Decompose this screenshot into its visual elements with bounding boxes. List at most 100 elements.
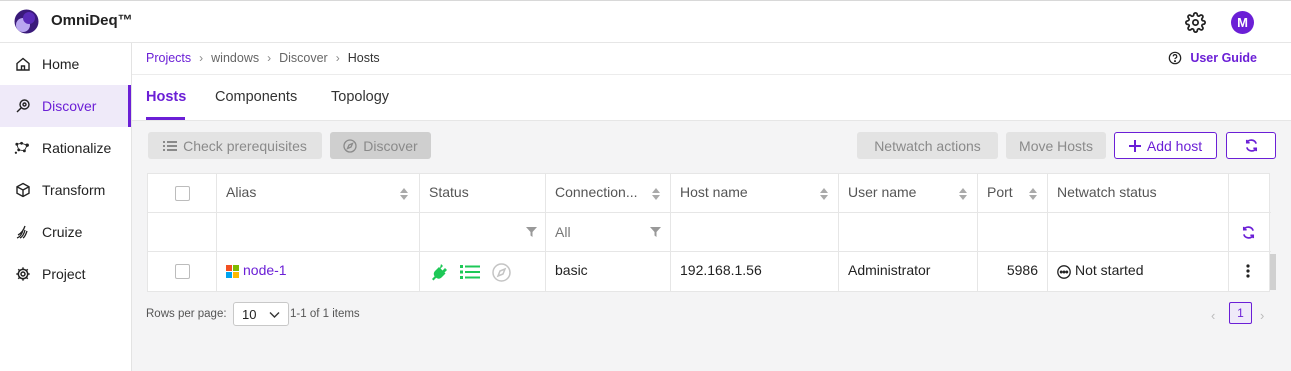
breadcrumb-discover[interactable]: Discover (279, 51, 328, 65)
cell-netwatch-status: Not started (1048, 252, 1229, 292)
check-prerequisites-button[interactable]: Check prerequisites (148, 132, 322, 159)
sidebar-item-home[interactable]: Home (0, 43, 131, 85)
refresh-button[interactable] (1226, 132, 1276, 159)
page-number-button[interactable]: 1 (1229, 302, 1252, 324)
filter-host-name[interactable] (671, 213, 839, 251)
help-circle-icon (1169, 51, 1182, 65)
cell-status (420, 252, 546, 292)
previous-page-icon[interactable]: ‹ (1211, 308, 1215, 323)
sort-icon[interactable] (959, 188, 967, 200)
filter-status[interactable] (420, 213, 546, 251)
cell-user-name: Administrator (839, 252, 978, 292)
filter-alias[interactable] (217, 213, 420, 251)
table-header-row: Alias Status Connection... Host name Use… (148, 174, 1271, 213)
sidebar-item-rationalize[interactable]: Rationalize (0, 127, 131, 169)
netwatch-actions-label: Netwatch actions (874, 137, 981, 154)
breadcrumb-windows[interactable]: windows (211, 51, 259, 65)
rows-per-page-value: 10 (242, 306, 257, 322)
checklist-icon[interactable] (460, 264, 480, 280)
active-tab-indicator (146, 117, 185, 120)
header-port[interactable]: Port (978, 174, 1048, 212)
connection-value: basic (555, 262, 588, 278)
chevron-right-icon: › (335, 51, 340, 65)
sidebar-item-label: Discover (42, 98, 97, 114)
header-port-label: Port (987, 184, 1013, 200)
row-select-cell (148, 252, 217, 292)
sidebar-item-label: Home (42, 56, 80, 72)
table-row[interactable]: node-1 basic 192.168.1.56 Administrator … (148, 252, 1271, 292)
sidebar-item-cruize[interactable]: Cruize (0, 211, 131, 253)
tab-hosts[interactable]: Hosts (146, 89, 186, 105)
host-name-value: 192.168.1.56 (680, 262, 762, 278)
cell-alias: node-1 (217, 252, 420, 292)
plug-connected-icon[interactable] (429, 262, 449, 282)
header-netwatch-status[interactable]: Netwatch status (1048, 174, 1229, 212)
sort-icon[interactable] (1029, 188, 1037, 200)
filter-user-name[interactable] (839, 213, 978, 251)
row-checkbox[interactable] (175, 264, 190, 279)
user-name-value: Administrator (848, 262, 931, 278)
header-alias-label: Alias (226, 184, 257, 200)
sort-icon[interactable] (820, 188, 828, 200)
cube-icon (14, 182, 31, 199)
filter-connection[interactable]: All (546, 213, 671, 251)
more-horizontal-circle-icon (1057, 265, 1071, 279)
items-summary: 1-1 of 1 items (290, 308, 360, 320)
netwatch-actions-button[interactable]: Netwatch actions (857, 132, 998, 159)
chevron-right-icon: › (199, 51, 204, 65)
header-connection-label: Connection... (555, 184, 638, 200)
host-alias-link[interactable]: node-1 (243, 262, 287, 278)
tab-topology[interactable]: Topology (331, 89, 389, 105)
hosts-table: Alias Status Connection... Host name Use… (147, 173, 1276, 292)
add-host-button[interactable]: Add host (1114, 132, 1217, 159)
breadcrumb-hosts: Hosts (347, 51, 380, 65)
header-alias[interactable]: Alias (217, 174, 420, 212)
breadcrumb: Projects › windows › Discover › Hosts (146, 51, 380, 65)
sidebar-item-label: Rationalize (42, 140, 112, 156)
header-status[interactable]: Status (420, 174, 546, 212)
tabs-bar: Hosts Components Topology (132, 75, 1291, 121)
sidebar: Home Discover Rationalize Transform Crui… (0, 43, 132, 371)
rows-per-page-label: Rows per page: (146, 308, 227, 320)
header-netwatch-status-label: Netwatch status (1057, 184, 1157, 200)
port-value: 5986 (1006, 262, 1038, 278)
table-scrollbar[interactable] (1270, 254, 1276, 290)
move-hosts-button[interactable]: Move Hosts (1006, 132, 1106, 159)
user-guide-link[interactable]: User Guide (1168, 51, 1257, 65)
sidebar-item-discover[interactable]: Discover (0, 85, 131, 127)
tab-components[interactable]: Components (215, 89, 297, 105)
breadcrumb-projects[interactable]: Projects (146, 51, 191, 65)
header-user-name-label: User name (848, 184, 917, 200)
refresh-icon[interactable] (1241, 225, 1256, 240)
filter-funnel-icon[interactable] (526, 227, 537, 237)
more-vertical-icon[interactable] (1246, 264, 1250, 278)
sidebar-item-transform[interactable]: Transform (0, 169, 131, 211)
header-connection[interactable]: Connection... (546, 174, 671, 212)
user-avatar[interactable]: M (1231, 11, 1254, 34)
rows-per-page-select[interactable]: 10 (233, 302, 289, 326)
omnideq-logo-icon[interactable] (14, 9, 39, 34)
sort-icon[interactable] (400, 188, 408, 200)
sidebar-item-project[interactable]: Project (0, 253, 131, 295)
next-page-icon[interactable]: › (1260, 308, 1264, 323)
windows-logo-icon (226, 265, 239, 278)
main-content: Projects › windows › Discover › Hosts Us… (132, 43, 1291, 371)
header-actions-cell (1229, 174, 1270, 212)
sidebar-item-label: Transform (42, 182, 106, 198)
header-host-name[interactable]: Host name (671, 174, 839, 212)
filter-empty-cell (148, 213, 217, 251)
sidebar-item-label: Project (42, 266, 86, 282)
discover-button[interactable]: Discover (330, 132, 431, 159)
filter-netwatch-status[interactable] (1048, 213, 1229, 251)
cell-host-name: 192.168.1.56 (671, 252, 839, 292)
discover-icon (14, 98, 31, 115)
filter-port[interactable] (978, 213, 1048, 251)
select-all-checkbox[interactable] (175, 186, 190, 201)
filter-funnel-icon[interactable] (650, 227, 661, 237)
settings-gear-icon[interactable] (1185, 12, 1206, 33)
header-user-name[interactable]: User name (839, 174, 978, 212)
cell-row-actions (1229, 252, 1270, 292)
check-prerequisites-label: Check prerequisites (183, 137, 307, 154)
sort-icon[interactable] (652, 188, 660, 200)
compass-icon[interactable] (492, 263, 511, 282)
